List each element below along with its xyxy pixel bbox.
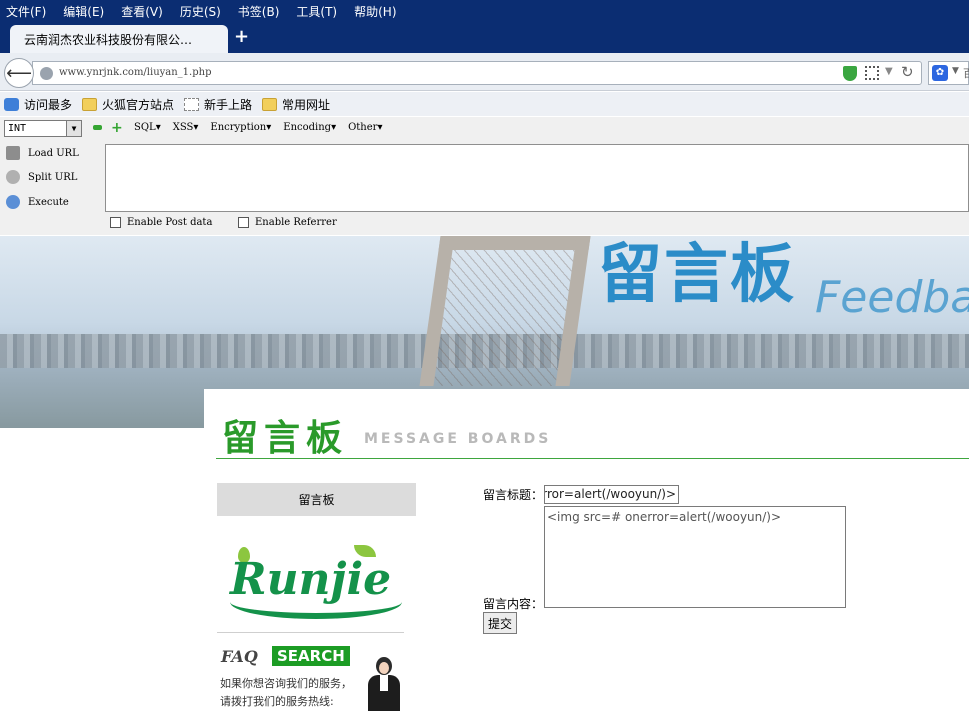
menu-help[interactable]: 帮助(H): [354, 3, 396, 20]
bookmark-label: 常用网址: [282, 97, 331, 112]
menu-xss[interactable]: XSS▾: [173, 122, 199, 133]
bookmark-getting-started[interactable]: 新手上路: [184, 96, 252, 113]
menu-file[interactable]: 文件(F): [6, 3, 46, 20]
bookmark-label: 新手上路: [204, 97, 253, 112]
execute-label: Execute: [28, 196, 69, 208]
message-title-input[interactable]: <img src=# onerror=alert(/wooyun/)>: [544, 485, 679, 504]
enable-referrer-checkbox[interactable]: Enable Referrer: [238, 217, 337, 228]
type-select-value: INT: [8, 123, 27, 134]
nav-bar: www.ynrjnk.com/liuyan_1.php ▼ ↻ ⟵ ✿ ▼ 百: [0, 53, 969, 91]
play-icon: [6, 195, 20, 209]
message-title-label: 留言标题：: [483, 488, 544, 502]
agent-shirt: [380, 675, 388, 691]
message-content-label: 留言内容：: [483, 597, 544, 611]
hackbar-url-textarea[interactable]: [105, 144, 969, 212]
search-engine-dropdown-icon[interactable]: ▼: [952, 66, 959, 76]
url-dropdown-icon[interactable]: ▼: [885, 66, 893, 77]
bookmark-firefox-site[interactable]: 火狐官方站点: [82, 96, 174, 113]
service-text-2: 请拨打我们的服务热线:: [220, 695, 334, 708]
back-button[interactable]: ⟵: [4, 58, 34, 88]
scissors-icon: [6, 170, 20, 184]
enable-referrer-label: Enable Referrer: [255, 217, 337, 228]
hackbar: INT ▼ + SQL▾ XSS▾ Encryption▾ Encoding▾ …: [0, 117, 969, 235]
load-url-label: Load URL: [28, 147, 79, 159]
new-tab-button[interactable]: +: [234, 26, 249, 48]
bookmark-label: 访问最多: [24, 97, 73, 112]
menu-sql[interactable]: SQL▾: [134, 122, 161, 133]
increase-icon[interactable]: +: [111, 121, 123, 135]
sidebar-item-label: 留言板: [298, 493, 335, 507]
banner-title-en: Feedba: [815, 272, 969, 323]
baidu-paw-icon[interactable]: ✿: [932, 65, 948, 81]
submit-label: 提交: [487, 616, 512, 631]
qr-code-icon[interactable]: [865, 66, 879, 80]
menu-edit[interactable]: 编辑(E): [63, 3, 104, 20]
search-placeholder: 百: [963, 67, 969, 80]
search-badge[interactable]: SEARCH: [272, 646, 350, 666]
url-bar[interactable]: www.ynrjnk.com/liuyan_1.php ▼ ↻: [32, 61, 922, 85]
title-divider: [216, 458, 969, 459]
menu-tools[interactable]: 工具(T): [296, 3, 337, 20]
magnifier-icon: [4, 97, 19, 111]
blank-page-icon: [184, 97, 200, 111]
shield-icon[interactable]: [843, 66, 857, 81]
faq-label[interactable]: FAQ: [221, 647, 258, 666]
folder-icon: [82, 97, 98, 111]
execute-button[interactable]: Execute: [0, 191, 100, 213]
decrease-icon[interactable]: [93, 125, 102, 130]
submit-button[interactable]: 提交: [483, 612, 517, 634]
menu-history[interactable]: 历史(S): [180, 3, 221, 20]
reload-icon[interactable]: ↻: [901, 63, 914, 81]
menu-encoding[interactable]: Encoding▾: [283, 122, 336, 133]
split-url-button[interactable]: Split URL: [0, 166, 100, 188]
split-url-label: Split URL: [28, 171, 78, 183]
menu-other[interactable]: Other▾: [348, 122, 382, 133]
customer-service-agent-image: [360, 655, 406, 711]
page-subtitle: MESSAGE BOARDS: [364, 431, 552, 447]
enable-post-checkbox[interactable]: Enable Post data: [110, 217, 212, 228]
cctv-tower-image: [419, 236, 591, 386]
page-title: 留言板: [222, 417, 349, 459]
sidebar-item-message-board[interactable]: 留言板: [217, 483, 416, 516]
back-arrow-icon: ⟵: [6, 62, 32, 84]
message-title-value: <img src=# onerror=alert(/wooyun/)>: [545, 487, 676, 501]
checkbox-box[interactable]: [238, 217, 249, 228]
search-box[interactable]: ✿ ▼ 百: [928, 61, 969, 85]
menu-bar: 文件(F) 编辑(E) 查看(V) 历史(S) 书签(B) 工具(T) 帮助(H…: [0, 0, 969, 22]
agent-face: [379, 662, 389, 674]
checkbox-box[interactable]: [110, 217, 121, 228]
menu-bookmarks[interactable]: 书签(B): [238, 3, 280, 20]
banner-title-cn: 留言板: [598, 238, 796, 312]
tab-active[interactable]: 云南润杰农业科技股份有限公…: [10, 25, 228, 53]
bookmark-common-sites[interactable]: 常用网址: [262, 96, 330, 113]
logo-text: Runjie: [230, 554, 392, 605]
bookmark-label: 火狐官方站点: [102, 97, 175, 112]
menu-encryption[interactable]: Encryption▾: [210, 122, 271, 133]
enable-post-label: Enable Post data: [127, 217, 213, 228]
menu-view[interactable]: 查看(V): [121, 3, 163, 20]
message-content-textarea[interactable]: <img src=# onerror=alert(/wooyun/)>: [544, 506, 846, 608]
globe-icon: [40, 67, 53, 80]
load-url-button[interactable]: Load URL: [0, 142, 100, 164]
type-select[interactable]: INT ▼: [4, 120, 82, 137]
tab-strip: 云南润杰农业科技股份有限公… +: [0, 22, 969, 53]
chevron-down-icon[interactable]: ▼: [66, 121, 81, 136]
folder-icon: [262, 97, 278, 111]
load-url-icon: [6, 146, 20, 160]
service-text-1: 如果你想咨询我们的服务，: [220, 677, 352, 690]
bookmarks-toolbar: 访问最多 火狐官方站点 新手上路 常用网址: [0, 92, 969, 116]
hackbar-menus: SQL▾ XSS▾ Encryption▾ Encoding▾ Other▾: [134, 122, 394, 133]
sidebar-divider: [217, 632, 404, 633]
runjie-logo[interactable]: Runjie: [226, 537, 406, 627]
main-content: 留言板 MESSAGE BOARDS 留言板 Runjie FAQ SEARCH…: [204, 389, 969, 714]
bookmark-most-visited[interactable]: 访问最多: [4, 96, 72, 113]
url-text[interactable]: www.ynrjnk.com/liuyan_1.php: [59, 67, 211, 78]
tab-title: 云南润杰农业科技股份有限公…: [24, 33, 193, 47]
